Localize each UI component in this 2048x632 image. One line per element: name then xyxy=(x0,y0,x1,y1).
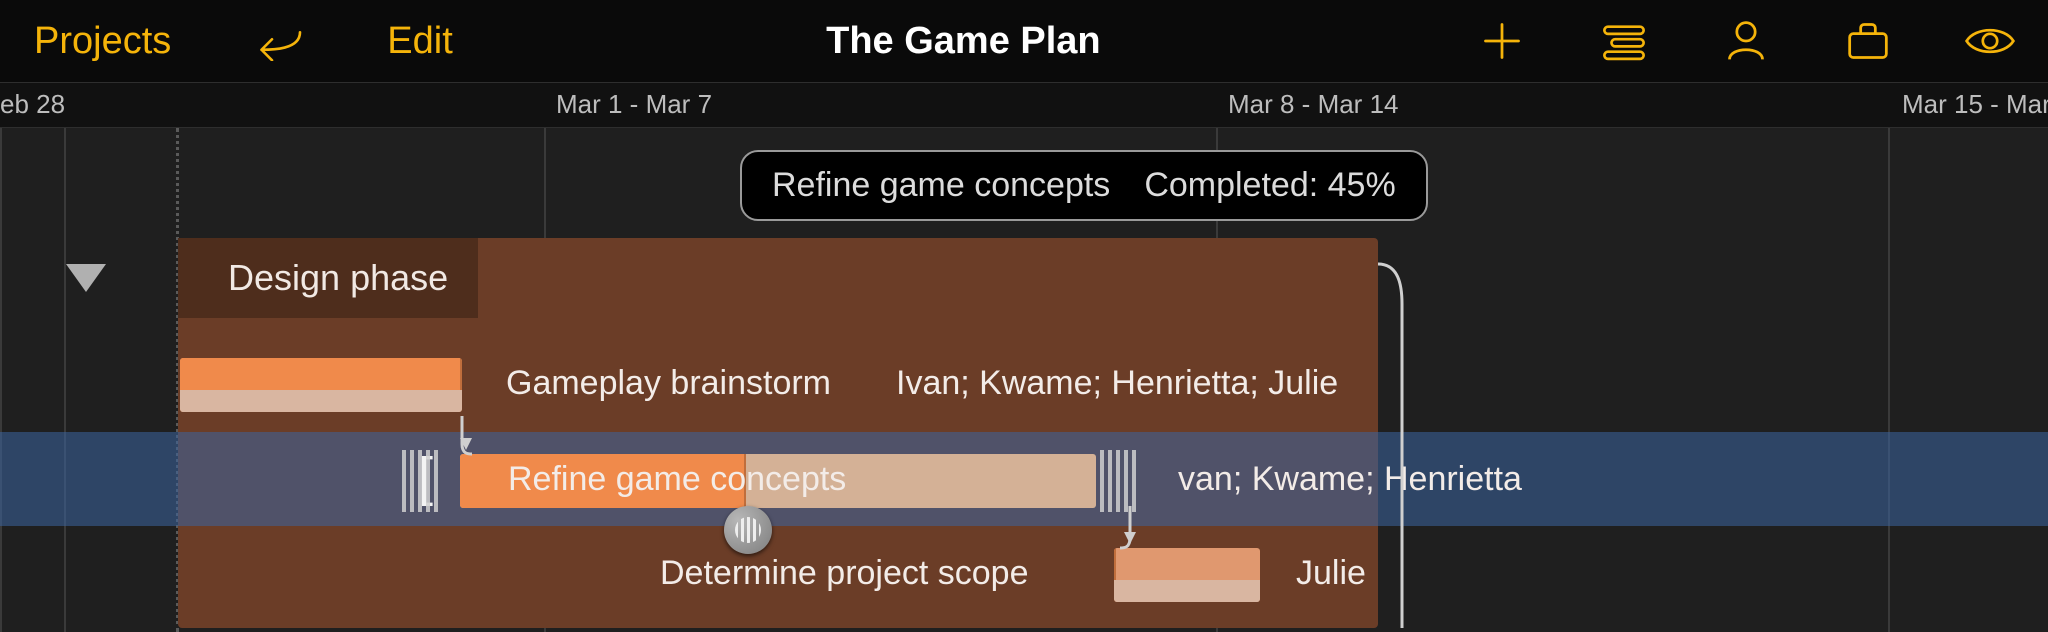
gantt-chart[interactable]: Refine game concepts Completed: 45% Desi… xyxy=(0,128,2048,632)
edit-button[interactable]: Edit xyxy=(387,20,452,63)
task-tooltip: Refine game concepts Completed: 45% xyxy=(740,150,1428,221)
collapse-toggle-icon[interactable] xyxy=(66,264,106,292)
task-assignees: Julie xyxy=(1296,554,1366,593)
task-title: Determine project scope xyxy=(660,554,1029,593)
task-row-refine[interactable]: [ Refine game concepts van; Kwame; Henri… xyxy=(0,432,2048,526)
task-assignees: Ivan; Kwame; Henrietta; Julie xyxy=(896,364,1338,403)
page-title: The Game Plan xyxy=(826,20,1101,62)
task-title: Gameplay brainstorm xyxy=(506,364,831,403)
projects-button[interactable]: Projects xyxy=(34,20,171,63)
tooltip-completion: Completed: 45% xyxy=(1144,166,1395,205)
date-column-label: eb 28 xyxy=(0,89,65,120)
group-title: Design phase xyxy=(178,238,478,318)
person-icon[interactable] xyxy=(1718,13,1774,69)
date-column-label: Mar 8 - Mar 14 xyxy=(1228,89,1399,120)
list-icon[interactable] xyxy=(1596,13,1652,69)
top-toolbar: Projects Edit The Game Plan xyxy=(0,0,2048,82)
add-icon[interactable] xyxy=(1474,13,1530,69)
undo-icon[interactable] xyxy=(251,13,307,69)
task-title: Refine game concepts xyxy=(508,460,846,499)
eye-icon[interactable] xyxy=(1962,13,2018,69)
task-assignees: van; Kwame; Henrietta xyxy=(1178,460,1522,499)
timeline-header: eb 28 Mar 1 - Mar 7 Mar 8 - Mar 14 Mar 1… xyxy=(0,82,2048,128)
date-column-label: Mar 1 - Mar 7 xyxy=(556,89,712,120)
briefcase-icon[interactable] xyxy=(1840,13,1896,69)
task-row-brainstorm[interactable]: Gameplay brainstorm Ivan; Kwame; Henriet… xyxy=(0,338,2048,432)
tooltip-task-name: Refine game concepts xyxy=(772,166,1110,205)
date-column-label: Mar 15 - Mar 21 xyxy=(1902,89,2048,120)
task-row-scope[interactable]: Determine project scope Julie xyxy=(0,526,2048,620)
